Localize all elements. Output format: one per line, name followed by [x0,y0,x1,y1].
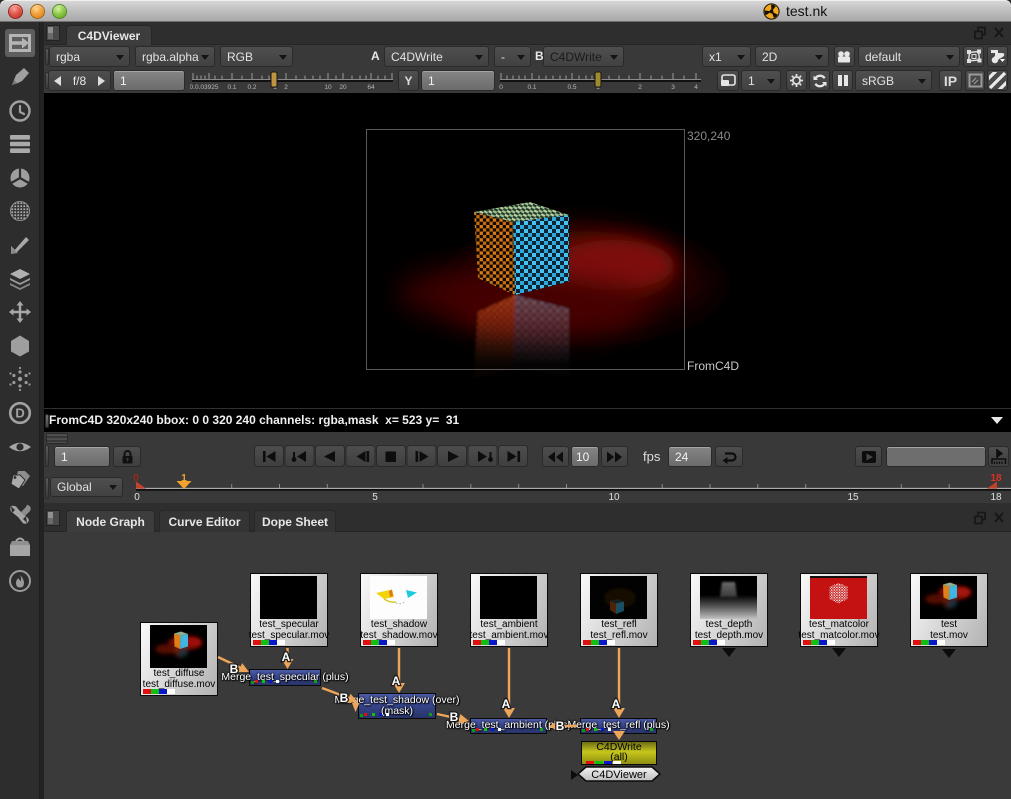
svg-text:3: 3 [671,84,675,91]
svg-text:B: B [450,710,459,724]
svg-text:0: 0 [134,492,140,503]
svg-text:2: 2 [638,84,642,91]
svg-text:D: D [15,406,24,421]
svg-text:B: B [340,691,349,705]
svg-text:64: 64 [367,84,375,91]
svg-text:0.1: 0.1 [227,84,236,91]
svg-text:0: 0 [133,473,139,484]
svg-text:2: 2 [284,84,288,91]
svg-text:0.5: 0.5 [567,84,576,91]
svg-text:15: 15 [847,492,859,503]
svg-text:B: B [230,662,239,676]
svg-text:FromC4D: FromC4D [687,359,739,373]
svg-text:A: A [282,650,291,664]
svg-text:4: 4 [694,84,698,91]
svg-text:A: A [392,674,401,688]
svg-text:A: A [502,697,511,711]
svg-text:18: 18 [990,492,1002,503]
svg-text:B: B [556,719,565,733]
svg-text:A: A [612,697,621,711]
svg-text:0.0.03925: 0.0.03925 [190,84,219,91]
svg-text:0: 0 [499,84,503,91]
svg-text:1: 1 [181,473,187,484]
svg-text:18: 18 [990,473,1002,484]
svg-text:20: 20 [339,84,347,91]
svg-text:0.2: 0.2 [247,84,256,91]
svg-text:10: 10 [324,84,332,91]
svg-text:320,240: 320,240 [687,129,731,143]
svg-text:10: 10 [608,492,620,503]
svg-text:0.1: 0.1 [527,84,536,91]
svg-text:5: 5 [372,492,378,503]
